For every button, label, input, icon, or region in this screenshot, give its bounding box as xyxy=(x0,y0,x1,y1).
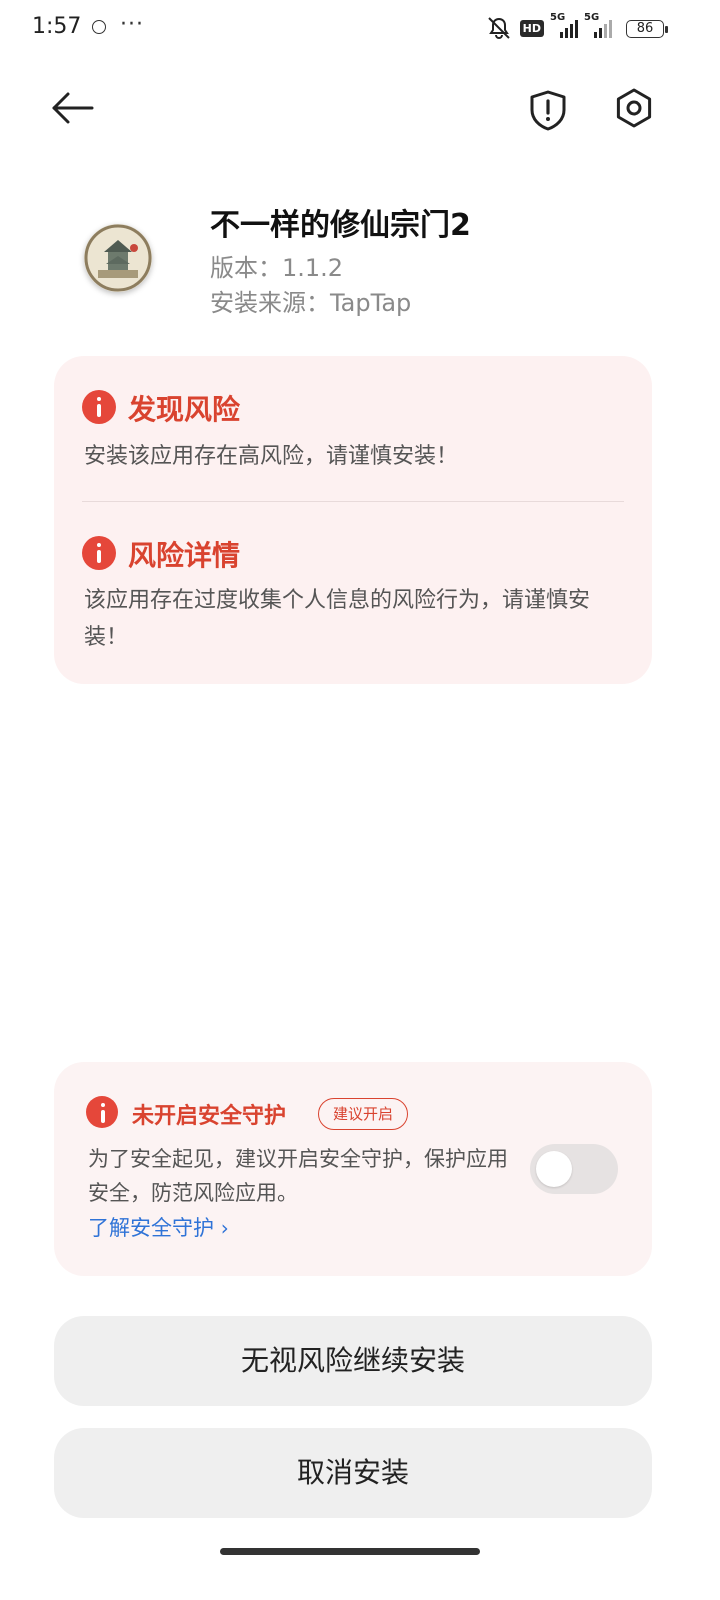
status-time: 1:57 xyxy=(32,14,82,39)
info-alert-icon xyxy=(82,390,116,424)
signal-1-icon: 5G xyxy=(550,12,578,38)
back-arrow-icon[interactable] xyxy=(50,88,94,128)
app-icon xyxy=(84,224,152,292)
toggle-knob xyxy=(536,1151,572,1187)
continue-install-button[interactable]: 无视风险继续安装 xyxy=(54,1316,652,1406)
learn-security-label: 了解安全守护 xyxy=(88,1216,214,1240)
hd-voice-badge: HD xyxy=(519,19,544,37)
security-guard-toggle[interactable] xyxy=(530,1144,618,1194)
mute-icon xyxy=(487,17,510,39)
app-version: 版本：1.1.2 xyxy=(210,254,344,282)
learn-security-link[interactable]: 了解安全守护 › xyxy=(88,1212,229,1242)
risk-found-body: 安装该应用存在高风险，请谨慎安装！ xyxy=(84,444,459,469)
battery-icon: 86 xyxy=(626,20,668,38)
guard-title: 未开启安全守护 xyxy=(132,1104,287,1129)
risk-detail-body: 该应用存在过度收集个人信息的风险行为，请谨慎安装！ xyxy=(84,588,591,650)
app-name: 不一样的修仙宗门2 xyxy=(210,208,471,243)
settings-icon[interactable] xyxy=(612,86,656,130)
status-bar: 1:57 ··· HD 5G 5G 86 xyxy=(0,0,720,60)
guard-description: 为了安全起见，建议开启安全守护，保护应用安全，防范风险应用。 xyxy=(88,1147,508,1205)
chevron-right-icon: › xyxy=(220,1216,229,1240)
info-alert-icon xyxy=(82,536,116,570)
notification-icon xyxy=(92,20,106,34)
cancel-install-button[interactable]: 取消安装 xyxy=(54,1428,652,1518)
home-indicator[interactable] xyxy=(220,1548,480,1555)
recommend-badge: 建议开启 xyxy=(318,1098,409,1130)
risk-found-title: 发现风险 xyxy=(128,393,241,426)
security-guard-card: 未开启安全守护 建议开启 为了安全起见，建议开启安全守护，保护应用安全，防范风险… xyxy=(54,1062,652,1276)
install-source: 安装来源：TapTap xyxy=(210,289,412,317)
divider xyxy=(82,501,624,502)
more-notifications-icon: ··· xyxy=(120,12,144,37)
shield-alert-icon[interactable] xyxy=(526,88,570,132)
risk-card: 发现风险 安装该应用存在高风险，请谨慎安装！ 风险详情 该应用存在过度收集个人信… xyxy=(54,356,652,684)
risk-detail-title: 风险详情 xyxy=(128,539,241,572)
signal-2-icon: 5G xyxy=(584,12,612,38)
info-alert-icon xyxy=(86,1096,118,1128)
